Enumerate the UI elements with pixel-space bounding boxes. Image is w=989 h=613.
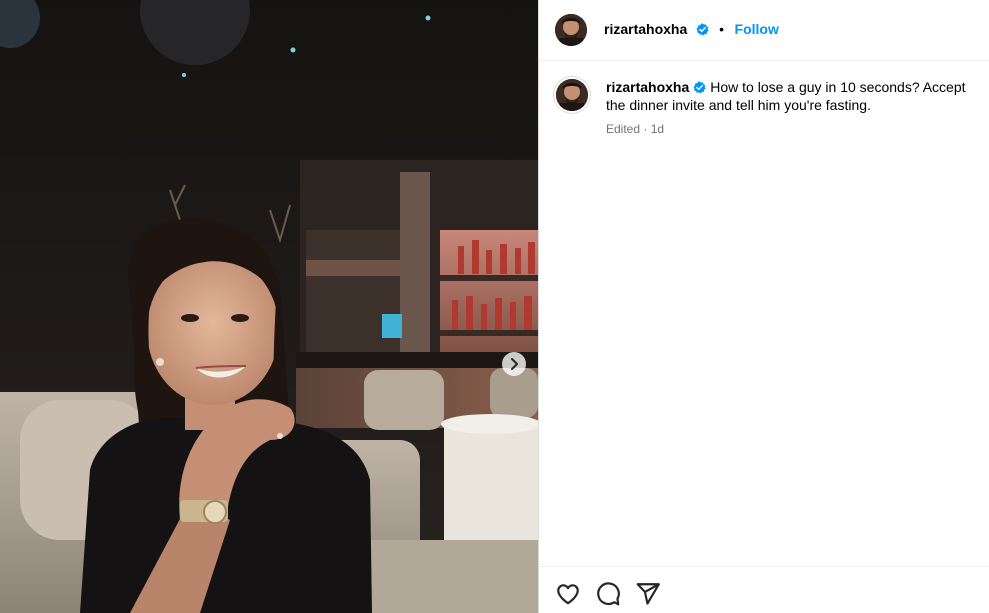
next-photo-button[interactable] [502,352,526,376]
comment-icon [597,582,620,606]
chevron-right-icon [511,358,518,370]
comment-button[interactable] [595,581,621,607]
avatar-image [555,14,587,46]
share-button[interactable] [635,581,661,607]
post-photo [0,0,538,613]
caption-avatar[interactable] [556,79,588,111]
verified-badge-icon [696,23,709,36]
avatar[interactable] [555,14,587,46]
verified-badge-icon [693,81,706,94]
username[interactable]: rizartahoxha [604,21,687,37]
caption-username[interactable]: rizartahoxha [606,79,689,95]
post-side-panel: rizartahoxha • Follow rizartahoxha How t… [538,0,989,613]
post-header: rizartahoxha • Follow [539,0,989,61]
post-media[interactable] [0,0,538,613]
caption: rizartahoxha How to lose a guy in 10 sec… [606,78,986,114]
heart-icon [557,584,579,605]
follow-button[interactable]: Follow [735,21,779,37]
header-user-line: rizartahoxha • Follow [604,21,779,39]
separator-dot: • [719,21,725,37]
action-bar [539,566,989,613]
like-button[interactable] [555,581,581,607]
share-icon [636,583,660,605]
avatar-image [556,79,588,111]
post-meta: Edited · 1d [606,122,665,136]
